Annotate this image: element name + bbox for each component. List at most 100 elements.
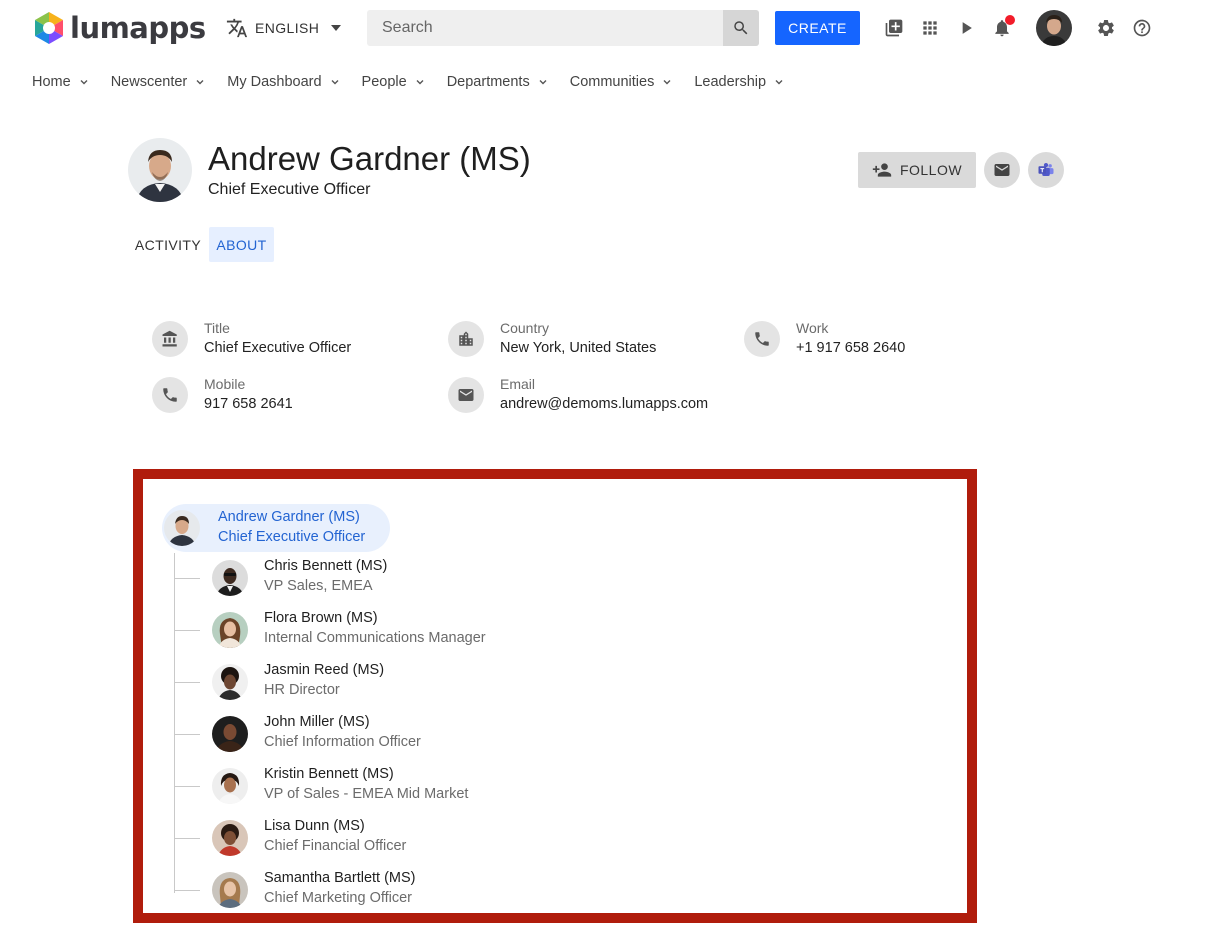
- org-report-item[interactable]: John Miller (MS) Chief Information Offic…: [174, 712, 674, 756]
- create-button[interactable]: CREATE: [775, 11, 860, 45]
- org-branch-line: [174, 578, 200, 579]
- teams-icon: [1038, 163, 1054, 176]
- org-person-role: Chief Financial Officer: [264, 838, 407, 854]
- library-button[interactable]: [884, 18, 904, 38]
- profile-avatar: [128, 138, 192, 202]
- org-person-name: Flora Brown (MS): [264, 610, 378, 626]
- notification-badge: [1005, 15, 1015, 25]
- avatar-photo: [212, 872, 248, 908]
- nav-item-label: Newscenter: [110, 74, 188, 90]
- avatar: [212, 560, 248, 596]
- avatar-photo: [212, 560, 248, 596]
- avatar-photo: [212, 768, 248, 804]
- org-report-item[interactable]: Chris Bennett (MS) VP Sales, EMEA: [174, 556, 674, 600]
- org-branch-line: [174, 890, 200, 891]
- nav-item-leadership[interactable]: Leadership: [694, 74, 784, 90]
- org-person-name: Jasmin Reed (MS): [264, 662, 385, 678]
- nav-item-label: People: [361, 74, 407, 90]
- field-mobile: Mobile 917 658 2641: [152, 376, 432, 416]
- org-person-role: Chief Information Officer: [264, 734, 421, 750]
- field-email: Email andrew@demoms.lumapps.com: [448, 376, 768, 416]
- search-input[interactable]: [367, 10, 723, 46]
- org-person-name: Samantha Bartlett (MS): [264, 870, 416, 886]
- field-icon-wrapper: [152, 377, 188, 413]
- nav-item-communities[interactable]: Communities: [570, 74, 673, 90]
- org-branch-line: [174, 786, 200, 787]
- profile-job-title: Chief Executive Officer: [208, 181, 371, 198]
- field-country: Country New York, United States: [448, 320, 728, 360]
- avatar-photo: [212, 820, 248, 856]
- chevron-down-icon: [80, 80, 88, 85]
- chevron-down-icon: [196, 80, 204, 85]
- field-value[interactable]: +1 917 658 2640: [796, 340, 905, 356]
- org-report-item[interactable]: Lisa Dunn (MS) Chief Financial Officer: [174, 816, 674, 860]
- field-value: Chief Executive Officer: [204, 340, 352, 356]
- field-work-phone: Work +1 917 658 2640: [744, 320, 984, 360]
- org-person-name: Andrew Gardner (MS): [218, 509, 360, 525]
- nav-item-newscenter[interactable]: Newscenter: [111, 74, 206, 90]
- main-navigation: Home Newscenter My Dashboard People Depa…: [32, 72, 806, 92]
- avatar: [212, 768, 248, 804]
- caret-down-icon: [331, 25, 342, 31]
- play-button[interactable]: [956, 18, 976, 38]
- org-report-item[interactable]: Kristin Bennett (MS) VP of Sales - EMEA …: [174, 764, 674, 808]
- help-button[interactable]: [1132, 18, 1152, 38]
- chevron-down-icon: [775, 80, 783, 85]
- field-title: Title Chief Executive Officer: [152, 320, 432, 360]
- org-branch-line: [174, 630, 200, 631]
- profile-name: Andrew Gardner (MS): [208, 140, 531, 177]
- chevron-down-icon: [663, 80, 671, 85]
- settings-icon: [1098, 19, 1114, 36]
- org-report-item[interactable]: Jasmin Reed (MS) HR Director: [174, 660, 674, 704]
- org-person-role: Chief Marketing Officer: [264, 890, 413, 906]
- nav-item-people[interactable]: People: [362, 74, 425, 90]
- nav-item-label: Communities: [569, 74, 655, 90]
- org-person-role: Internal Communications Manager: [264, 630, 486, 646]
- org-person-role: HR Director: [264, 682, 340, 698]
- org-person-name: Lisa Dunn (MS): [264, 818, 365, 834]
- teams-button[interactable]: [1028, 152, 1064, 188]
- org-chart-root[interactable]: Andrew Gardner (MS) Chief Executive Offi…: [162, 504, 390, 552]
- avatar-photo: [212, 716, 248, 752]
- org-person-role: Chief Executive Officer: [218, 529, 366, 545]
- email-button[interactable]: [984, 152, 1020, 188]
- email-icon: [994, 164, 1010, 176]
- avatar: [164, 510, 200, 546]
- avatar: [212, 872, 248, 908]
- nav-item-label: Departments: [446, 74, 530, 90]
- follow-button[interactable]: FOLLOW: [858, 152, 976, 188]
- org-branch-line: [174, 682, 200, 683]
- nav-item-departments[interactable]: Departments: [447, 74, 548, 90]
- field-icon-wrapper: [152, 321, 188, 357]
- tab-about[interactable]: ABOUT: [209, 227, 274, 262]
- notifications-button[interactable]: [992, 15, 1015, 38]
- nav-item-home[interactable]: Home: [32, 74, 89, 90]
- field-icon-wrapper: [744, 321, 780, 357]
- help-icon: [1133, 19, 1151, 37]
- field-value[interactable]: andrew@demoms.lumapps.com: [500, 396, 708, 412]
- nav-item-my-dashboard[interactable]: My Dashboard: [227, 74, 339, 90]
- nav-item-label: My Dashboard: [227, 74, 322, 90]
- profile-photo: [128, 138, 192, 202]
- org-report-item[interactable]: Samantha Bartlett (MS) Chief Marketing O…: [174, 868, 674, 912]
- org-report-item[interactable]: Flora Brown (MS) Internal Communications…: [174, 608, 674, 652]
- language-selector[interactable]: ENGLISH: [226, 16, 343, 40]
- tab-activity[interactable]: ACTIVITY: [128, 227, 208, 262]
- play-icon: [962, 22, 972, 34]
- field-label: Mobile: [204, 376, 246, 392]
- lumapps-logo-icon: [35, 12, 63, 44]
- org-person-role: VP of Sales - EMEA Mid Market: [264, 786, 469, 802]
- lumapps-logo[interactable]: lumapps: [32, 11, 206, 45]
- apps-grid-icon: [923, 21, 937, 35]
- user-avatar[interactable]: [1036, 10, 1072, 46]
- person-add-icon: [872, 163, 892, 177]
- search-button[interactable]: [723, 10, 759, 46]
- apps-grid-button[interactable]: [920, 18, 940, 38]
- org-branch-line: [174, 734, 200, 735]
- field-value[interactable]: 917 658 2641: [204, 396, 293, 412]
- bank-icon: [162, 330, 177, 347]
- settings-button[interactable]: [1096, 18, 1116, 38]
- logo-text: lumapps: [70, 11, 206, 45]
- search-icon: [734, 21, 748, 35]
- org-person-name: Kristin Bennett (MS): [264, 766, 394, 782]
